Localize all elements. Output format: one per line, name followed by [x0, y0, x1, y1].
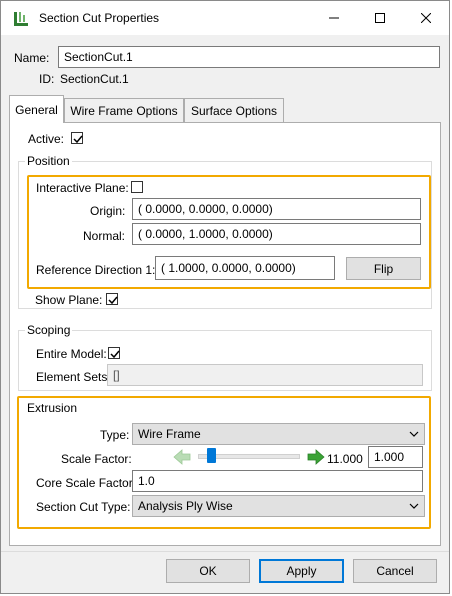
increase-arrow-icon[interactable]: [307, 449, 325, 465]
apply-button[interactable]: Apply: [259, 559, 344, 583]
reference-direction-label: Reference Direction 1:: [36, 263, 156, 277]
close-icon: [421, 13, 431, 23]
type-label: Type:: [100, 428, 130, 442]
show-plane-label: Show Plane:: [35, 293, 103, 307]
type-dropdown[interactable]: Wire Frame: [132, 423, 425, 445]
title-bar[interactable]: Section Cut Properties: [1, 1, 449, 35]
minimize-icon: [329, 17, 339, 19]
tab-wire-frame-options[interactable]: Wire Frame Options: [64, 98, 184, 122]
scale-factor-slider[interactable]: [194, 445, 304, 467]
section-cut-type-value: Analysis Ply Wise: [138, 499, 233, 513]
chevron-down-icon: [409, 428, 419, 442]
section-cut-type-label: Section Cut Type:: [36, 500, 131, 514]
tab-surface-options[interactable]: Surface Options: [184, 98, 284, 122]
scale-factor-field[interactable]: 1.000: [368, 446, 423, 468]
maximize-icon: [375, 13, 385, 23]
type-dropdown-value: Wire Frame: [138, 427, 201, 441]
slider-thumb[interactable]: [207, 448, 216, 463]
ok-button[interactable]: OK: [166, 559, 250, 583]
checkmark-icon: [73, 135, 83, 144]
id-value: SectionCut.1: [60, 72, 129, 86]
maximize-button[interactable]: [357, 1, 403, 35]
window-title: Section Cut Properties: [39, 11, 160, 25]
footer-divider: [1, 551, 449, 552]
element-sets-label: Element Sets:: [36, 370, 111, 384]
normal-field[interactable]: ( 0.0000, 1.0000, 0.0000): [132, 223, 421, 245]
entire-model-checkbox[interactable]: [108, 347, 120, 359]
checkmark-icon: [108, 296, 118, 305]
active-label: Active:: [28, 132, 65, 146]
minimize-button[interactable]: [311, 1, 357, 35]
decrease-arrow-icon[interactable]: [173, 449, 191, 465]
dialog-window: Section Cut Properties Name: SectionCut.…: [0, 0, 450, 594]
cancel-button[interactable]: Cancel: [353, 559, 437, 583]
show-plane-checkbox[interactable]: [106, 293, 118, 305]
entire-model-label: Entire Model:: [36, 347, 107, 361]
chevron-down-icon: [409, 500, 419, 514]
section-cut-type-dropdown[interactable]: Analysis Ply Wise: [132, 495, 425, 517]
scale-factor-max: 11.000: [327, 452, 363, 466]
origin-field[interactable]: ( 0.0000, 0.0000, 0.0000): [132, 198, 421, 220]
app-icon: [13, 11, 29, 27]
position-group-title: Position: [25, 154, 72, 168]
checkmark-icon: [110, 350, 120, 359]
flip-button[interactable]: Flip: [346, 257, 421, 280]
close-button[interactable]: [403, 1, 449, 35]
origin-label: Origin:: [90, 204, 126, 218]
interactive-plane-checkbox[interactable]: [131, 181, 143, 193]
interactive-plane-label: Interactive Plane:: [36, 181, 129, 195]
scale-factor-label: Scale Factor:: [61, 452, 132, 466]
active-checkbox[interactable]: [71, 132, 83, 144]
normal-label: Normal:: [83, 229, 126, 243]
core-scale-factor-field[interactable]: 1.0: [132, 470, 423, 492]
reference-direction-field[interactable]: ( 1.0000, 0.0000, 0.0000): [155, 256, 335, 280]
tab-general[interactable]: General: [9, 95, 64, 123]
scoping-group-title: Scoping: [25, 323, 73, 337]
id-label: ID:: [39, 72, 55, 86]
name-field[interactable]: SectionCut.1: [58, 46, 440, 68]
extrusion-group-title: Extrusion: [25, 401, 80, 415]
name-label: Name:: [14, 51, 50, 65]
core-scale-factor-label: Core Scale Factor:: [36, 476, 137, 490]
element-sets-field: []: [107, 364, 423, 386]
